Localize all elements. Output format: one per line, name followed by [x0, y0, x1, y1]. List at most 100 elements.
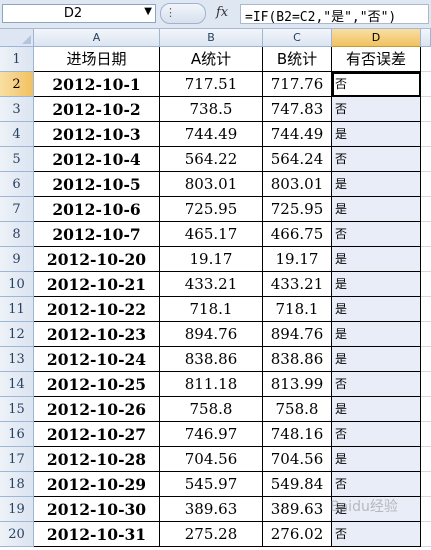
a-stat-cell[interactable]: 758.8	[160, 397, 263, 422]
row-header[interactable]: 5	[0, 147, 34, 172]
row-header[interactable]: 2	[0, 72, 34, 97]
empty-cell[interactable]	[421, 72, 431, 97]
row-header[interactable]: 11	[0, 297, 34, 322]
empty-cell[interactable]	[421, 397, 431, 422]
date-cell[interactable]: 2012-10-21	[34, 272, 160, 297]
a-stat-cell[interactable]: 803.01	[160, 172, 263, 197]
header-cell-error[interactable]: 有否误差	[332, 47, 421, 72]
column-header-d[interactable]: D	[332, 29, 421, 47]
name-box[interactable]: D2 ▼	[2, 4, 156, 23]
a-stat-cell[interactable]: 718.1	[160, 297, 263, 322]
b-stat-cell[interactable]: 433.21	[263, 272, 332, 297]
date-cell[interactable]: 2012-10-24	[34, 347, 160, 372]
date-cell[interactable]: 2012-10-26	[34, 397, 160, 422]
b-stat-cell[interactable]: 549.84	[263, 472, 332, 497]
a-stat-cell[interactable]: 746.97	[160, 422, 263, 447]
row-header[interactable]: 18	[0, 472, 34, 497]
empty-cell[interactable]	[421, 272, 431, 297]
b-stat-cell[interactable]: 747.83	[263, 97, 332, 122]
b-stat-cell[interactable]: 704.56	[263, 447, 332, 472]
date-cell[interactable]: 2012-10-27	[34, 422, 160, 447]
a-stat-cell[interactable]: 838.86	[160, 347, 263, 372]
row-header[interactable]: 1	[0, 47, 34, 72]
row-header[interactable]: 17	[0, 447, 34, 472]
a-stat-cell[interactable]: 738.5	[160, 97, 263, 122]
date-cell[interactable]: 2012-10-7	[34, 222, 160, 247]
b-stat-cell[interactable]: 803.01	[263, 172, 332, 197]
b-stat-cell[interactable]: 838.86	[263, 347, 332, 372]
date-cell[interactable]: 2012-10-5	[34, 172, 160, 197]
row-header[interactable]: 7	[0, 197, 34, 222]
row-header[interactable]: 6	[0, 172, 34, 197]
empty-cell[interactable]	[421, 297, 431, 322]
formula-bar-expand-button[interactable]: ⋮	[160, 3, 206, 24]
error-cell[interactable]: 否	[332, 147, 421, 172]
header-cell-a-stat[interactable]: A统计	[160, 47, 263, 72]
date-cell[interactable]: 2012-10-4	[34, 147, 160, 172]
date-cell[interactable]: 2012-10-1	[34, 72, 160, 97]
b-stat-cell[interactable]: 744.49	[263, 122, 332, 147]
empty-cell[interactable]	[421, 147, 431, 172]
b-stat-cell[interactable]: 725.95	[263, 197, 332, 222]
column-header-b[interactable]: B	[160, 29, 263, 47]
row-header[interactable]: 16	[0, 422, 34, 447]
row-header[interactable]: 13	[0, 347, 34, 372]
select-all-button[interactable]	[0, 29, 34, 47]
empty-cell[interactable]	[421, 447, 431, 472]
error-cell[interactable]: 否	[332, 72, 421, 97]
a-stat-cell[interactable]: 704.56	[160, 447, 263, 472]
b-stat-cell[interactable]: 718.1	[263, 297, 332, 322]
a-stat-cell[interactable]: 389.63	[160, 497, 263, 522]
a-stat-cell[interactable]: 894.76	[160, 322, 263, 347]
a-stat-cell[interactable]: 19.17	[160, 247, 263, 272]
error-cell[interactable]: 是	[332, 322, 421, 347]
date-cell[interactable]: 2012-10-20	[34, 247, 160, 272]
error-cell[interactable]: 否	[332, 472, 421, 497]
date-cell[interactable]: 2012-10-31	[34, 522, 160, 547]
b-stat-cell[interactable]: 813.99	[263, 372, 332, 397]
date-cell[interactable]: 2012-10-2	[34, 97, 160, 122]
column-header-a[interactable]: A	[34, 29, 160, 47]
date-cell[interactable]: 2012-10-22	[34, 297, 160, 322]
empty-cell[interactable]	[421, 422, 431, 447]
a-stat-cell[interactable]: 717.51	[160, 72, 263, 97]
formula-input[interactable]: =IF(B2=C2,"是","否")	[240, 4, 429, 25]
empty-cell[interactable]	[421, 197, 431, 222]
error-cell[interactable]: 是	[332, 122, 421, 147]
a-stat-cell[interactable]: 811.18	[160, 372, 263, 397]
empty-cell[interactable]	[421, 472, 431, 497]
empty-cell[interactable]	[421, 322, 431, 347]
row-header[interactable]: 9	[0, 247, 34, 272]
row-header[interactable]: 14	[0, 372, 34, 397]
a-stat-cell[interactable]: 433.21	[160, 272, 263, 297]
b-stat-cell[interactable]: 717.76	[263, 72, 332, 97]
error-cell[interactable]: 是	[332, 397, 421, 422]
error-cell[interactable]: 是	[332, 272, 421, 297]
a-stat-cell[interactable]: 545.97	[160, 472, 263, 497]
error-cell[interactable]: 否	[332, 422, 421, 447]
empty-cell[interactable]	[421, 97, 431, 122]
date-cell[interactable]: 2012-10-3	[34, 122, 160, 147]
error-cell[interactable]: 是	[332, 172, 421, 197]
a-stat-cell[interactable]: 275.28	[160, 522, 263, 547]
a-stat-cell[interactable]: 725.95	[160, 197, 263, 222]
header-cell-date[interactable]: 进场日期	[34, 47, 160, 72]
row-header[interactable]: 4	[0, 122, 34, 147]
b-stat-cell[interactable]: 389.63	[263, 497, 332, 522]
date-cell[interactable]: 2012-10-23	[34, 322, 160, 347]
empty-cell[interactable]	[421, 47, 431, 72]
error-cell[interactable]: 否	[332, 222, 421, 247]
error-cell[interactable]: 是	[332, 347, 421, 372]
b-stat-cell[interactable]: 758.8	[263, 397, 332, 422]
date-cell[interactable]: 2012-10-28	[34, 447, 160, 472]
empty-cell[interactable]	[421, 222, 431, 247]
empty-cell[interactable]	[421, 497, 431, 522]
a-stat-cell[interactable]: 564.22	[160, 147, 263, 172]
error-cell[interactable]: 否	[332, 372, 421, 397]
b-stat-cell[interactable]: 748.16	[263, 422, 332, 447]
error-cell[interactable]: 是	[332, 447, 421, 472]
row-header[interactable]: 19	[0, 497, 34, 522]
row-header[interactable]: 12	[0, 322, 34, 347]
error-cell[interactable]: 是	[332, 297, 421, 322]
date-cell[interactable]: 2012-10-29	[34, 472, 160, 497]
